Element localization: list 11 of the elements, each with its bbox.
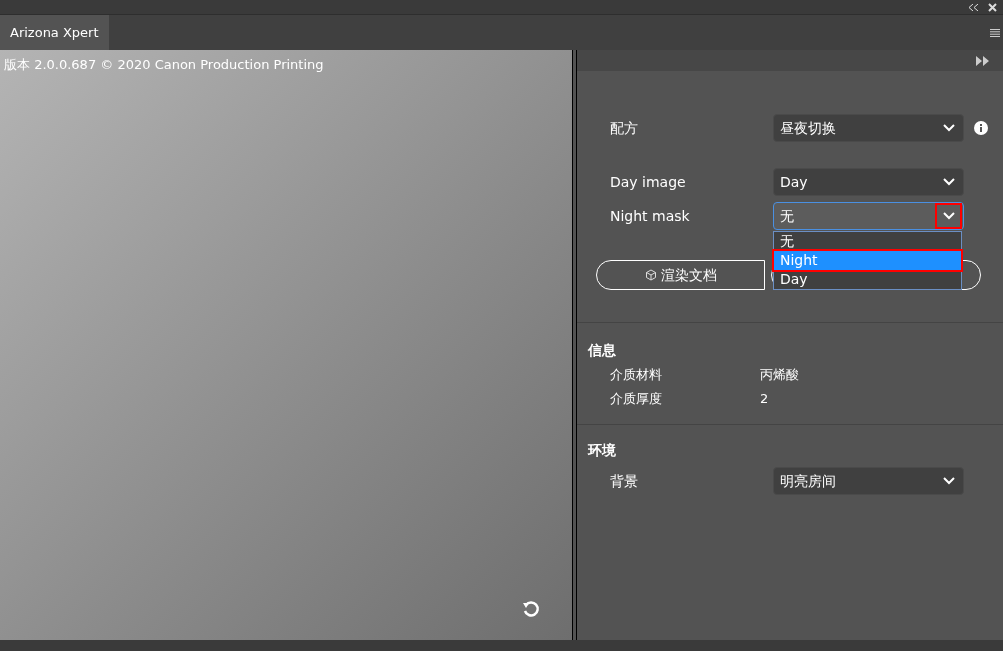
field-label: 配方 [610,118,639,138]
field-label: 背景 [610,471,639,491]
info-value: 2 [760,389,769,408]
section-title: 环境 [586,441,617,460]
info-label: 介质材料 [610,366,663,384]
info-value: 丙烯酸 [760,366,799,384]
field-label: Day image [610,172,687,192]
info-label: 介质厚度 [610,389,663,408]
section-title: 信息 [587,341,617,360]
field-label: Night mask [610,206,691,226]
version-caption: 版本 2.0.0.687 © 2020 Canon Production Printing [4,56,325,74]
